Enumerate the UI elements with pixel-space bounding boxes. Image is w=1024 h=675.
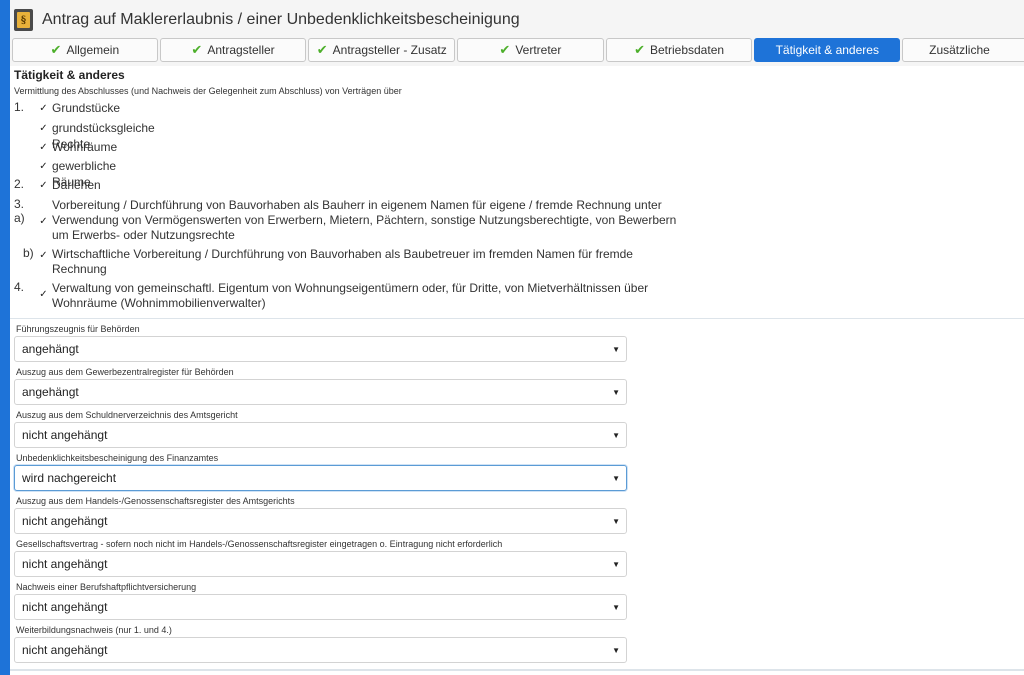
tab-content: Tätigkeit & anderes Vermittlung des Absc… <box>10 66 1024 675</box>
tab-label: Allgemein <box>66 43 120 57</box>
checkbox-label-line2: Verwendung von Vermögenswerten von Erwer… <box>52 213 677 227</box>
checkbox-label: Darlehen <box>52 178 101 192</box>
field-label-unbedenklichkeitsbescheinigung: Unbedenklichkeitsbescheinigung des Finan… <box>16 453 219 463</box>
select-berufshaftpflicht[interactable]: nicht angehängt ▼ <box>14 594 627 620</box>
checkbox-label: Grundstücke <box>52 101 121 115</box>
tab-label: Betriebsdaten <box>649 43 725 57</box>
caret-down-icon: ▼ <box>612 473 620 483</box>
select-schuldnerverzeichnis[interactable]: nicht angehängt ▼ <box>14 422 627 448</box>
select-value: angehängt <box>22 342 79 356</box>
checkbox-bauherr[interactable]: ✓ <box>38 216 49 227</box>
item-number: 3. a) <box>14 197 25 225</box>
tab-allgemein[interactable]: ✔ Allgemein <box>12 38 158 62</box>
item-number: 1. <box>14 100 25 114</box>
caret-down-icon: ▼ <box>612 344 620 354</box>
section-intro: Vermittlung des Abschlusses (und Nachwei… <box>14 86 402 96</box>
checkbox-gewerbliche-raeume[interactable]: ✓ <box>38 161 49 172</box>
select-value: wird nachgereicht <box>22 471 117 485</box>
section-divider <box>10 318 1024 319</box>
paragraph-icon: § <box>17 12 30 28</box>
check-icon: ✔ <box>499 42 511 57</box>
tab-label: Zusätzliche <box>929 43 990 57</box>
tab-vertreter[interactable]: ✔ Vertreter <box>457 38 604 62</box>
tab-label: Tätigkeit & anderes <box>775 43 879 57</box>
left-accent-strip <box>0 0 10 675</box>
caret-down-icon: ▼ <box>612 430 620 440</box>
field-label-handelsregister: Auszug aus dem Handels-/Genossenschaftsr… <box>16 496 295 506</box>
select-value: nicht angehängt <box>22 557 108 571</box>
item-number: 4. <box>14 280 25 294</box>
checkbox-label-line3: um Erwerbs- oder Nutzungsrechte <box>52 228 235 242</box>
select-gewerbezentralregister[interactable]: angehängt ▼ <box>14 379 627 405</box>
check-icon: ✔ <box>634 42 645 57</box>
tab-label: Antragsteller - Zusatz <box>332 43 447 57</box>
field-label-schuldnerverzeichnis: Auszug aus dem Schuldnerverzeichnis des … <box>16 410 238 420</box>
checkbox-baubetreuer[interactable]: ✓ <box>38 250 49 261</box>
select-handelsregister[interactable]: nicht angehängt ▼ <box>14 508 627 534</box>
checkbox-label-line1: Wirtschaftliche Vorbereitung / Durchführ… <box>52 247 633 261</box>
tab-bar: ✔ Allgemein ✔ Antragsteller ✔ Antragstel… <box>12 38 1024 62</box>
bottom-divider <box>10 669 1024 671</box>
select-value: angehängt <box>22 385 79 399</box>
select-value: nicht angehängt <box>22 600 108 614</box>
item-number: b) <box>23 246 34 260</box>
field-label-gesellschaftsvertrag: Gesellschaftsvertrag - sofern noch nicht… <box>16 539 503 549</box>
tab-label: Vertreter <box>515 43 562 57</box>
field-label-gewerbezentralregister: Auszug aus dem Gewerbezentralregister fü… <box>16 367 234 377</box>
checkbox-darlehen[interactable]: ✓ <box>38 180 49 191</box>
tab-antragsteller[interactable]: ✔ Antragsteller <box>159 38 307 62</box>
select-value: nicht angehängt <box>22 643 108 657</box>
select-weiterbildung[interactable]: nicht angehängt ▼ <box>14 637 627 663</box>
checkbox-label-line2: Rechnung <box>52 262 107 276</box>
checkbox-wohnraeume[interactable]: ✓ <box>38 142 49 153</box>
law-book-icon: § <box>14 9 33 31</box>
caret-down-icon: ▼ <box>612 602 620 612</box>
checkbox-label-line1: Vorbereitung / Durchführung von Bauvorha… <box>52 198 662 212</box>
tab-taetigkeit-anderes[interactable]: Tätigkeit & anderes <box>754 38 901 62</box>
check-icon: ✔ <box>316 42 328 57</box>
title-bar: § Antrag auf Maklererlaubnis / einer Unb… <box>10 6 1024 34</box>
field-label-weiterbildung: Weiterbildungsnachweis (nur 1. und 4.) <box>16 625 172 635</box>
item-number: 2. <box>14 177 25 191</box>
select-value: nicht angehängt <box>22 428 108 442</box>
select-fuehrungszeugnis[interactable]: angehängt ▼ <box>14 336 627 362</box>
checkbox-label-line2: Wohnräume (Wohnimmobilienverwalter) <box>52 296 266 310</box>
checkbox-label-line1: Verwaltung von gemeinschaftl. Eigentum v… <box>52 281 649 295</box>
window-title: Antrag auf Maklererlaubnis / einer Unbed… <box>42 11 520 28</box>
select-value: nicht angehängt <box>22 514 108 528</box>
checkbox-grundstuecksgleiche-rechte[interactable]: ✓ <box>38 123 49 134</box>
section-title: Tätigkeit & anderes <box>14 68 125 82</box>
checkbox-label: Wohnräume <box>52 140 118 154</box>
select-unbedenklichkeitsbescheinigung[interactable]: wird nachgereicht ▼ <box>14 465 627 491</box>
tab-label: Antragsteller <box>207 43 275 57</box>
caret-down-icon: ▼ <box>612 387 620 397</box>
check-icon: ✔ <box>191 42 203 57</box>
caret-down-icon: ▼ <box>612 645 620 655</box>
tab-zusaetzliche[interactable]: Zusätzliche <box>902 38 1024 62</box>
checkbox-verwaltung[interactable]: ✓ <box>38 289 49 300</box>
tab-betriebsdaten[interactable]: ✔ Betriebsdaten <box>605 38 753 62</box>
check-icon: ✔ <box>50 42 62 57</box>
caret-down-icon: ▼ <box>612 559 620 569</box>
checkbox-grundstuecke[interactable]: ✓ <box>38 103 49 114</box>
caret-down-icon: ▼ <box>612 516 620 526</box>
field-label-fuehrungszeugnis: Führungszeugnis für Behörden <box>16 324 140 334</box>
tab-antragsteller-zusatz[interactable]: ✔ Antragsteller - Zusatz <box>308 38 456 62</box>
field-label-berufshaftpflicht: Nachweis einer Berufshaftpflichtversiche… <box>16 582 197 592</box>
application-window: § Antrag auf Maklererlaubnis / einer Unb… <box>10 0 1024 675</box>
select-gesellschaftsvertrag[interactable]: nicht angehängt ▼ <box>14 551 627 577</box>
